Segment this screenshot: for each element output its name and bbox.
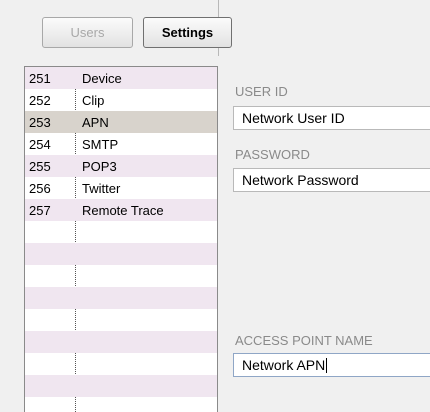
toolbar: Users Settings	[17, 0, 232, 56]
list-item-number: 251	[29, 70, 51, 86]
empty-row	[25, 397, 217, 412]
apn-value: Network APN	[242, 357, 326, 373]
list-item-selected[interactable]: 253 APN	[25, 111, 217, 133]
list-item[interactable]: 256 Twitter	[25, 177, 217, 199]
list-item-number: 255	[29, 158, 51, 174]
apn-label: ACCESS POINT NAME	[235, 333, 373, 348]
text-caret	[326, 357, 328, 373]
list-item-number: 256	[29, 180, 51, 196]
settings-tab-button[interactable]: Settings	[143, 17, 232, 48]
list-item-label: Clip	[82, 92, 105, 108]
users-tab-button[interactable]: Users	[42, 17, 133, 48]
list-item-number: 254	[29, 136, 51, 152]
list-item[interactable]: 254 SMTP	[25, 133, 217, 155]
list-item-label: Twitter	[82, 180, 121, 196]
list-item-label: Remote Trace	[82, 202, 164, 218]
list-item[interactable]: 257 Remote Trace	[25, 199, 217, 221]
list-item-label: APN	[82, 114, 109, 130]
empty-row	[25, 265, 217, 287]
empty-row	[25, 375, 217, 397]
empty-row	[25, 287, 217, 309]
empty-row	[25, 353, 217, 375]
list-item-number: 252	[29, 92, 51, 108]
user-id-field[interactable]: Network User ID	[233, 106, 430, 130]
apn-field[interactable]: Network APN	[233, 353, 430, 377]
list-item[interactable]: 255 POP3	[25, 155, 217, 177]
user-id-label: USER ID	[235, 84, 288, 99]
list-item[interactable]: 251 Device	[25, 67, 217, 89]
empty-row	[25, 309, 217, 331]
list-item-label: Device	[82, 70, 122, 86]
list-item-label: POP3	[82, 158, 117, 174]
password-label: PASSWORD	[235, 147, 310, 162]
empty-row	[25, 331, 217, 353]
list-item-number: 253	[29, 114, 51, 130]
list-item-number: 257	[29, 202, 51, 218]
list-item[interactable]: 252 Clip	[25, 89, 217, 111]
settings-list: 251 Device 252 Clip 253 APN 254 SMTP 255…	[24, 66, 218, 412]
password-field[interactable]: Network Password	[233, 168, 430, 192]
empty-row	[25, 243, 217, 265]
empty-row	[25, 221, 217, 243]
list-item-label: SMTP	[82, 136, 119, 152]
user-id-value: Network User ID	[242, 110, 345, 126]
password-value: Network Password	[242, 172, 359, 188]
